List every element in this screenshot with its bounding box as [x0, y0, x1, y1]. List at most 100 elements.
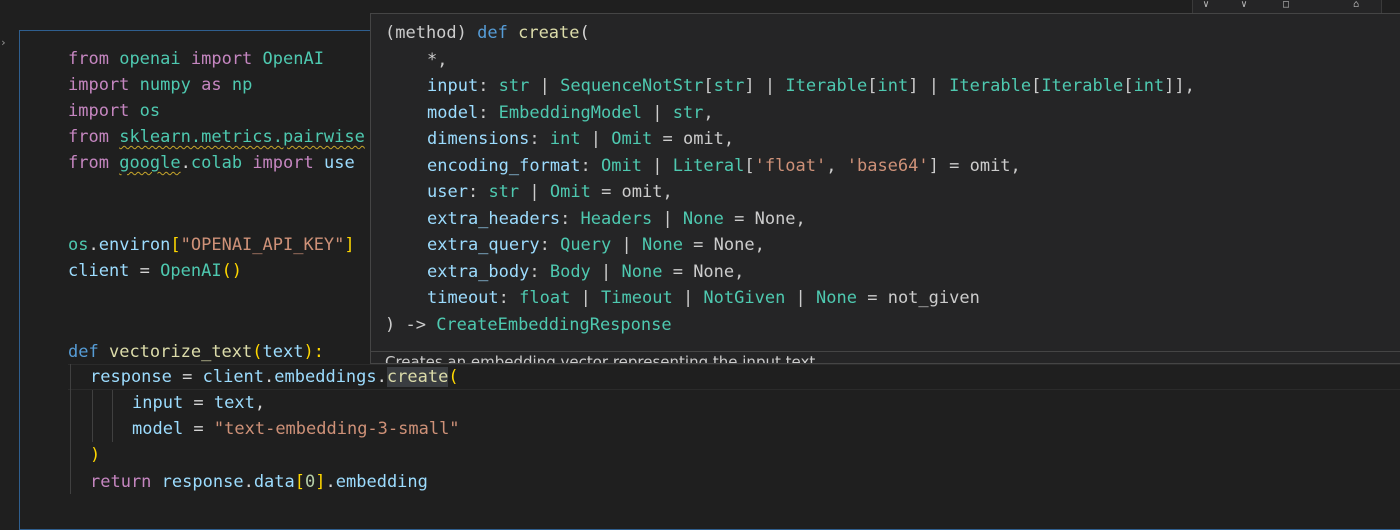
keyword: return	[90, 472, 152, 492]
code-line-17[interactable]: return response.data[0].embedding	[90, 469, 428, 495]
cell-collapse-chevron-icon[interactable]: ›	[0, 37, 8, 48]
colon: :	[529, 129, 550, 149]
parameter: input	[132, 393, 184, 413]
colon: :	[539, 235, 561, 255]
code-line-5[interactable]: from google.colab import use	[68, 150, 355, 176]
type-name: float	[519, 288, 571, 308]
comma: ,	[795, 208, 806, 229]
type-name: int	[1133, 76, 1165, 96]
operator: =	[682, 235, 714, 255]
attribute: embeddings	[274, 367, 377, 387]
param-name: encoding_format	[427, 155, 581, 176]
attribute: embedding	[335, 472, 428, 492]
indent-guide	[112, 390, 113, 442]
union-bar: |	[519, 182, 550, 202]
method-prefix: (method)	[385, 23, 478, 43]
dot: .	[376, 367, 387, 387]
cell-toolbar: ∨ ∨ □ ⌂	[1192, 0, 1382, 14]
bracket: [	[744, 155, 755, 176]
keyword: import	[252, 153, 314, 173]
colon: :	[498, 288, 520, 308]
comma: ,	[254, 393, 266, 413]
keyword: as	[201, 75, 222, 95]
colon: :	[580, 155, 602, 176]
keyword: from	[68, 49, 109, 69]
keyword: def	[68, 342, 99, 362]
operator: =	[183, 393, 214, 413]
code-line-3[interactable]: import os	[68, 98, 160, 124]
param-extra-headers: extra_headers: Headers | None = None,	[427, 206, 806, 233]
operator: =	[662, 261, 694, 282]
type-name: None	[621, 261, 663, 282]
bracket: ):	[303, 342, 324, 362]
method-name-highlighted[interactable]: create	[386, 367, 449, 387]
type-name: Body	[549, 261, 591, 282]
return-type: CreateEmbeddingResponse	[436, 315, 672, 335]
code-line-2[interactable]: import numpy as np	[68, 72, 252, 98]
colon: :	[529, 261, 550, 282]
code-line-8[interactable]: os.environ["OPENAI_API_KEY"]	[68, 232, 355, 258]
bracket: ]	[928, 155, 939, 176]
param-name: extra_headers	[427, 208, 561, 229]
identifier: use	[323, 153, 355, 173]
union-bar: |	[785, 288, 817, 308]
parameter: model	[132, 419, 184, 439]
hover-divider	[371, 351, 1400, 352]
more-icon[interactable]: ∨	[1237, 0, 1251, 10]
param-name: extra_query	[427, 235, 540, 255]
module-name: numpy	[139, 75, 191, 95]
colon: :	[467, 182, 489, 202]
star-marker: *,	[427, 49, 448, 70]
default-value: None	[693, 261, 735, 282]
module-alias: np	[231, 75, 253, 95]
type-name: str	[672, 102, 704, 123]
signature-return: ) -> CreateEmbeddingResponse	[385, 312, 672, 339]
string-literal: 'float'	[754, 155, 827, 176]
code-line-14[interactable]: input = text,	[132, 390, 265, 416]
type-name: None	[682, 208, 724, 229]
module-name: openai	[119, 49, 181, 69]
operator: =	[171, 367, 203, 387]
union-bar: |	[641, 155, 673, 176]
split-icon[interactable]: ∨	[1199, 0, 1213, 10]
default-value: omit	[969, 155, 1011, 176]
param-dimensions: dimensions: int | Omit = omit,	[427, 126, 734, 153]
dot: .	[243, 472, 254, 492]
code-line-15[interactable]: model = "text-embedding-3-small"	[132, 416, 460, 442]
colon: :	[560, 208, 581, 229]
type-name: int	[877, 76, 909, 96]
return-arrow: ) ->	[385, 315, 437, 335]
bracket: ]	[344, 235, 355, 255]
code-line-4[interactable]: from sklearn.metrics.pairwise	[68, 124, 365, 150]
signature-header: (method) def create(	[385, 20, 590, 47]
code-line-1[interactable]: from openai import OpenAI	[68, 46, 324, 72]
code-line-12[interactable]: def vectorize_text(text):	[68, 339, 324, 365]
type-name: Timeout	[601, 288, 673, 308]
bracket: (	[252, 342, 263, 362]
signature-hover-popup[interactable]: (method) def create( *, input: str | Seq…	[370, 13, 1400, 364]
type-name: str	[488, 182, 520, 202]
colon: :	[478, 76, 499, 96]
keyword: from	[68, 127, 109, 147]
code-line-13[interactable]: response = client.embeddings.create(	[90, 364, 459, 390]
param-name: model	[427, 102, 479, 123]
type-name: Iterable	[1041, 76, 1124, 96]
number-literal: 0	[305, 472, 316, 492]
indent-guide	[92, 390, 93, 442]
dot: .	[180, 153, 191, 173]
class-name: OpenAI	[160, 261, 222, 281]
comma: ,	[826, 155, 847, 176]
toggle-icon[interactable]: □	[1279, 0, 1293, 10]
type-name: Headers	[580, 208, 653, 229]
code-line-16[interactable]: )	[90, 442, 100, 468]
dot: .	[325, 472, 336, 492]
union-bar: |	[672, 288, 704, 308]
param-timeout: timeout: float | Timeout | NotGiven | No…	[427, 285, 980, 312]
default-value: not_given	[887, 288, 980, 308]
delete-icon[interactable]: ⌂	[1349, 0, 1363, 10]
identifier: text	[213, 393, 255, 413]
union-bar: |	[529, 76, 561, 96]
union-bar: |	[611, 235, 642, 255]
code-line-9[interactable]: client = OpenAI()	[68, 258, 242, 284]
attribute: data	[253, 472, 295, 492]
